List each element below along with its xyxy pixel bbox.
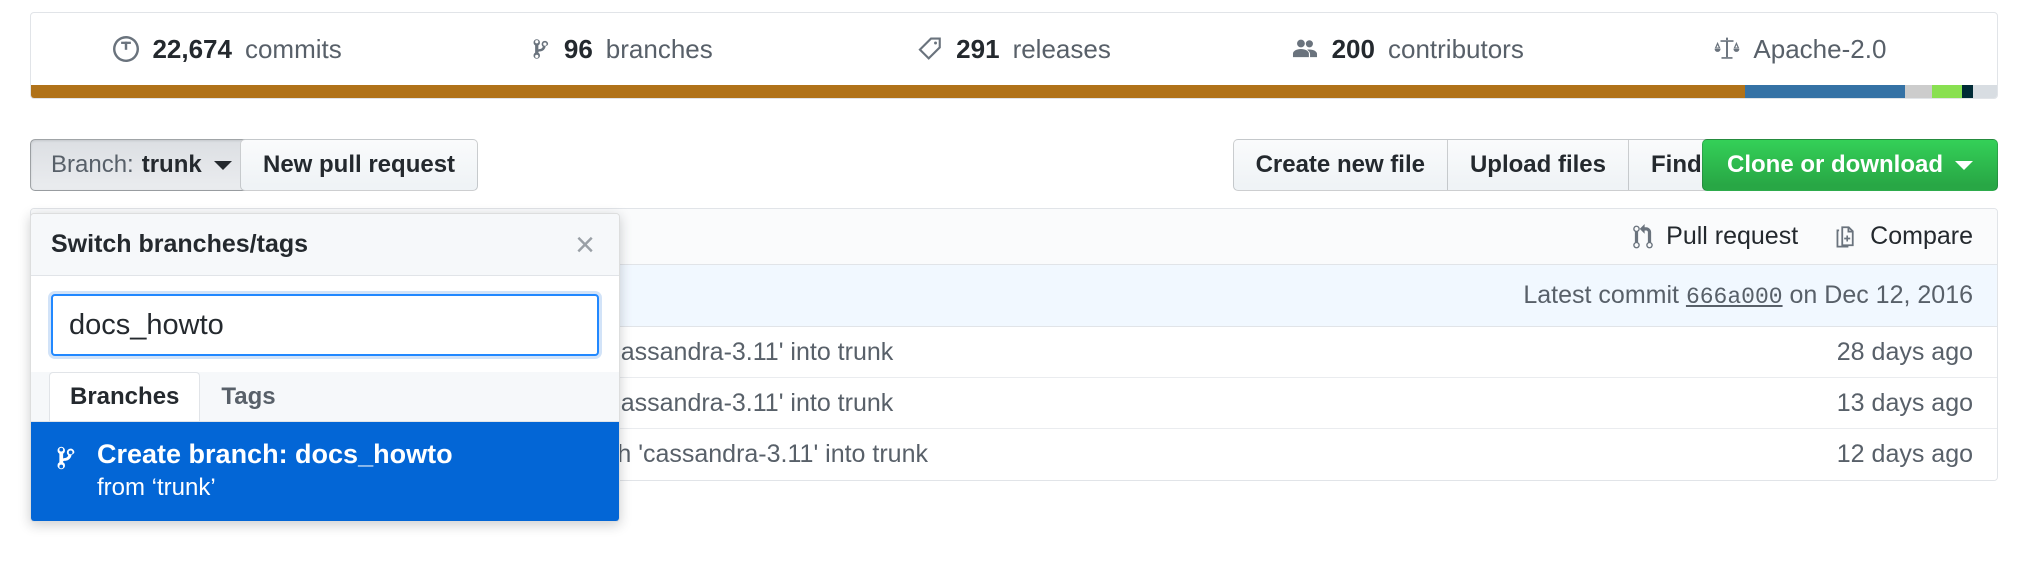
- git-compare-icon: [1834, 224, 1858, 250]
- close-icon[interactable]: ×: [571, 228, 599, 262]
- file-commit-message: Merge branch 'cassandra-3.11' into trunk: [477, 440, 1813, 469]
- branch-button-name: trunk: [142, 153, 202, 177]
- contributors-label: contributors: [1388, 34, 1524, 65]
- select-menu-filter: [31, 276, 619, 372]
- git-pull-request-icon: [1632, 224, 1654, 250]
- branch-select-menu: Switch branches/tags × Branches Tags Cre…: [30, 213, 620, 522]
- releases-count: 291: [956, 34, 999, 65]
- branches-label: branches: [606, 34, 713, 65]
- compare-label: Compare: [1870, 222, 1973, 251]
- branches-count: 96: [564, 34, 593, 65]
- license-label: Apache-2.0: [1753, 34, 1886, 65]
- file-commit-age: 13 days ago: [1813, 389, 1973, 418]
- select-menu-list: Create branch: docs_howto from ‘trunk’: [31, 422, 619, 521]
- clone-or-download-button[interactable]: Clone or download: [1702, 139, 1998, 191]
- latest-commit-date-prefix: on: [1790, 281, 1818, 309]
- commits-link[interactable]: 22,674 commits: [113, 34, 341, 65]
- language-segment-other: [1905, 85, 1933, 98]
- branch-info-actions: Pull request Compare: [1632, 222, 1973, 251]
- git-branch-icon: [53, 438, 77, 473]
- file-navigation-toolbar: Branch: trunk New pull request Create ne…: [30, 139, 1998, 191]
- create-branch-title: Create branch: docs_howto: [97, 438, 453, 470]
- file-actions-button-group: Create new file Upload files Find file: [1233, 139, 1766, 191]
- upload-files-button[interactable]: Upload files: [1447, 139, 1628, 191]
- law-icon: [1714, 36, 1740, 62]
- people-icon: [1291, 36, 1319, 62]
- language-segment-python: [1745, 85, 1904, 98]
- releases-label: releases: [1013, 34, 1111, 65]
- language-bar: [31, 85, 1997, 98]
- stat-license: Apache-2.0: [1604, 34, 1997, 65]
- latest-commit-meta: Latest commit 666a000 on Dec 12, 2016: [1523, 281, 1973, 310]
- chevron-down-icon: [1955, 161, 1973, 170]
- license-link[interactable]: Apache-2.0: [1714, 34, 1886, 65]
- pull-request-link[interactable]: Pull request: [1632, 222, 1798, 251]
- select-menu-tabs: Branches Tags: [31, 372, 619, 422]
- stat-contributors: 200 contributors: [1211, 34, 1604, 65]
- select-menu-title: Switch branches/tags: [51, 230, 308, 259]
- branch-select-button[interactable]: Branch: trunk: [30, 139, 253, 191]
- pull-request-label: Pull request: [1666, 222, 1798, 251]
- numbers-summary: 22,674 commits 96 branches: [31, 13, 1997, 85]
- create-branch-subtitle: from ‘trunk’: [97, 474, 453, 503]
- file-commit-age: 12 days ago: [1813, 440, 1973, 469]
- language-segment-ruby: [1962, 85, 1974, 98]
- language-segment-shell: [1932, 85, 1961, 98]
- tab-branches[interactable]: Branches: [49, 372, 200, 421]
- file-commit-message: rge branch 'cassandra-3.11' into trunk: [477, 389, 1813, 418]
- create-branch-text: Create branch: docs_howto from ‘trunk’: [97, 438, 453, 503]
- branches-link[interactable]: 96 branches: [529, 34, 713, 65]
- releases-link[interactable]: 291 releases: [917, 34, 1111, 65]
- stat-releases: 291 releases: [817, 34, 1210, 65]
- branch-filter-input[interactable]: [51, 294, 599, 356]
- create-new-file-button[interactable]: Create new file: [1233, 139, 1447, 191]
- latest-commit-sha[interactable]: 666a000: [1686, 284, 1783, 310]
- compare-link[interactable]: Compare: [1834, 222, 1973, 251]
- git-branch-icon: [529, 36, 551, 62]
- stat-branches: 96 branches: [424, 34, 817, 65]
- language-segment-misc: [1973, 85, 1997, 98]
- stat-commits: 22,674 commits: [31, 34, 424, 65]
- clone-or-download-label: Clone or download: [1727, 153, 1943, 177]
- commits-count: 22,674: [152, 34, 232, 65]
- select-menu-header: Switch branches/tags ×: [31, 214, 619, 276]
- contributors-link[interactable]: 200 contributors: [1291, 34, 1524, 65]
- tag-icon: [917, 36, 943, 62]
- language-segment-java: [31, 85, 1745, 98]
- chevron-down-icon: [214, 161, 232, 170]
- contributors-count: 200: [1332, 34, 1375, 65]
- repository-overview-box: 22,674 commits 96 branches: [30, 12, 1998, 99]
- file-commit-age: 28 days ago: [1813, 338, 1973, 367]
- repository-page: 22,674 commits 96 branches: [0, 0, 2028, 588]
- latest-commit-prefix: Latest commit: [1523, 281, 1679, 309]
- create-branch-option[interactable]: Create branch: docs_howto from ‘trunk’: [31, 422, 619, 521]
- latest-commit-date: Dec 12, 2016: [1824, 281, 1973, 309]
- tab-tags[interactable]: Tags: [200, 372, 296, 421]
- commits-label: commits: [245, 34, 342, 65]
- branch-button-prefix: Branch:: [51, 153, 134, 177]
- new-pull-request-button[interactable]: New pull request: [240, 139, 478, 191]
- file-commit-message: rge branch 'cassandra-3.11' into trunk: [477, 338, 1813, 367]
- history-icon: [113, 36, 139, 62]
